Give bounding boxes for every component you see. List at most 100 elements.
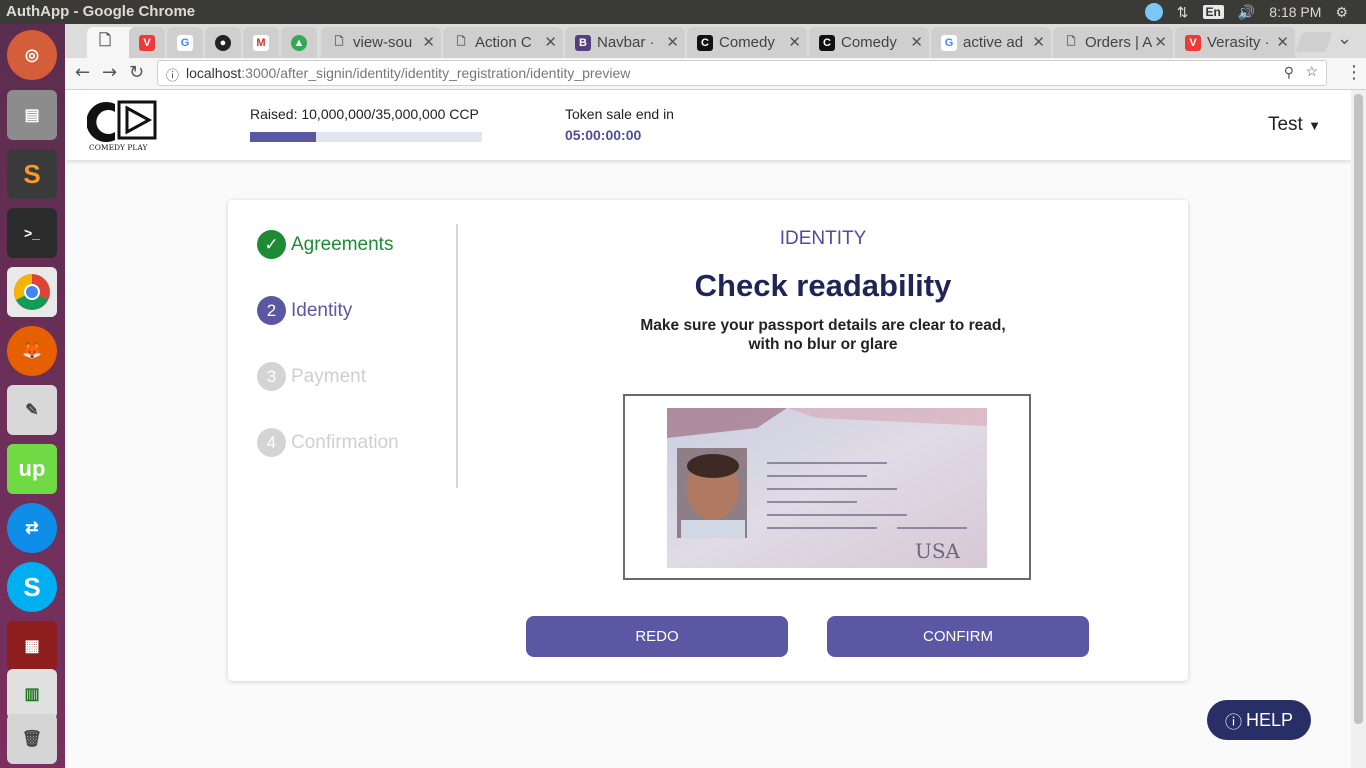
confirm-button[interactable]: CONFIRM [827,616,1089,657]
url-path: :3000/after_signin/identity/identity_reg… [241,65,631,81]
system-top-bar: AuthApp - Google Chrome ⇅ En 🔊 8:18 PM ⚙ [0,0,1366,24]
step-payment: 3 Payment [257,362,366,391]
page-icon: 🗋 [456,36,466,48]
page-viewport: COMEDY PLAY Raised: 10,000,000/35,000,00… [65,90,1351,768]
tab-label: Verasity · [1207,34,1270,51]
tab-label: active ad [963,34,1024,51]
trash-icon[interactable]: 🗑 [7,714,57,764]
tab-pinned[interactable]: ▲ [281,27,317,58]
tab[interactable]: Gactive ad ✕ [931,27,1051,58]
page-scrollbar[interactable] [1351,90,1366,768]
sublime-text-icon[interactable]: S [7,149,57,199]
close-icon[interactable]: ✕ [1032,33,1045,51]
volume-icon[interactable]: 🔊 [1238,4,1255,21]
logo-text: COMEDY PLAY [89,143,149,152]
tab-label: Action C [475,34,532,51]
close-icon[interactable]: ✕ [666,33,679,51]
close-icon[interactable]: ✕ [1276,33,1289,51]
close-icon[interactable]: ✕ [788,33,801,51]
tab[interactable]: B Navbar · ✕ [565,27,685,58]
menu-icon[interactable]: ⋮ [1345,62,1363,83]
step-agreements[interactable]: ✓ Agreements [257,230,393,259]
user-name: Test [1267,114,1303,135]
raised-label: Raised: 10,000,000/35,000,000 CCP [250,106,479,122]
token-sale-label: Token sale end in [565,106,674,122]
tab[interactable]: 🗋 view-sou ✕ [321,27,441,58]
step-number: 2 [257,296,286,325]
page-icon: 🗋 [1066,36,1076,48]
vivaldi-icon: V [139,34,155,51]
power-icon[interactable]: ⚙ [1335,4,1348,21]
workspace-switcher-icon[interactable]: ▦ [7,621,57,671]
chrome-icon[interactable] [7,267,57,317]
close-icon[interactable]: ✕ [910,33,923,51]
tab-pinned[interactable]: M [243,27,279,58]
instructions-line: Make sure your passport details are clea… [640,317,1006,334]
close-icon[interactable]: ✕ [544,33,557,51]
skype-tray-icon[interactable] [1144,3,1163,21]
help-label: HELP [1245,709,1294,730]
redo-button[interactable]: REDO [526,616,788,657]
page-icon: 🗋 [98,32,112,49]
passport-image: USA [667,408,987,568]
help-button[interactable]: ⓘ HELP [1207,700,1311,740]
upwork-icon[interactable]: up [7,444,57,494]
question-icon: ⓘ [1224,712,1242,732]
files-icon[interactable]: ▤ [7,90,57,140]
tab[interactable]: V Verasity · ✕ [1175,27,1295,58]
star-icon[interactable]: ☆ [1305,63,1318,80]
gmail-icon: M [253,34,269,51]
scrollbar-thumb[interactable] [1354,94,1363,724]
identity-card: ✓ Agreements 2 Identity 3 Payment 4 Conf… [228,200,1188,681]
instructions: Make sure your passport details are clea… [623,316,1023,354]
app-header: COMEDY PLAY Raised: 10,000,000/35,000,00… [65,90,1351,160]
close-icon[interactable]: ✕ [1154,33,1167,51]
forward-icon[interactable]: → [102,62,117,83]
page-title: Check readability [694,268,952,303]
zoom-icon[interactable]: ⚲ [1284,64,1294,81]
close-icon[interactable]: ✕ [422,33,435,51]
step-label: Identity [291,299,353,321]
info-icon[interactable]: ⓘ [166,65,179,84]
tab-pinned[interactable]: V [129,27,165,58]
comedy-icon: C [697,34,713,51]
vivaldi-icon: V [1185,34,1201,51]
ubuntu-dash-icon[interactable]: ◎ [7,30,57,80]
firefox-icon[interactable]: 🦊 [7,326,57,376]
tab[interactable]: C Comedy ✕ [687,27,807,58]
tab[interactable]: 🗋 Action C ✕ [443,27,563,58]
chevron-down-icon[interactable]: ⌄ [1337,28,1352,49]
tab-label: Comedy [719,34,775,51]
reload-icon[interactable]: ↻ [129,62,144,83]
step-number: 4 [257,428,286,457]
token-sale-countdown: 05:00:00:00 [565,127,642,143]
window-title: AuthApp - Google Chrome [6,3,196,20]
identity-content: IDENTITY Check readability Make sure you… [458,200,1188,681]
network-icon[interactable]: ⇅ [1177,4,1189,21]
clock[interactable]: 8:18 PM [1269,4,1321,20]
comedy-play-logo[interactable]: COMEDY PLAY [86,100,159,152]
tab[interactable]: C Comedy ✕ [809,27,929,58]
tab-label: view-sou [353,34,413,51]
text-editor-icon[interactable]: ✎ [7,385,57,435]
tab-pinned[interactable]: ● [205,27,241,58]
teamviewer-icon[interactable]: ⇄ [7,503,57,553]
github-icon: ● [215,34,231,51]
skype-icon[interactable]: S [7,562,57,612]
tab[interactable]: 🗋 Orders | A ✕ [1053,27,1173,58]
address-field[interactable]: ⓘ localhost:3000/after_signin/identity/i… [157,60,1327,86]
terminal-icon[interactable]: >_ [7,208,57,258]
launcher: ◎ ▤ S >_ 🦊 ✎ up ⇄ S ▦ ▥ 🗑 [0,24,65,768]
step-label: Payment [291,365,366,387]
tab-label: Navbar · [597,34,655,51]
user-menu[interactable]: Test ▼ [1268,114,1321,136]
keyboard-language[interactable]: En [1202,5,1224,19]
spreadsheet-icon[interactable]: ▥ [7,669,57,719]
new-tab-button[interactable] [1295,32,1333,52]
step-identity[interactable]: 2 Identity [257,296,352,325]
tab-pinned[interactable]: G [167,27,203,58]
bootstrap-icon: B [575,34,591,51]
step-label: Agreements [291,233,394,255]
back-icon[interactable]: ← [75,62,90,83]
instructions-line: with no blur or glare [748,336,898,353]
